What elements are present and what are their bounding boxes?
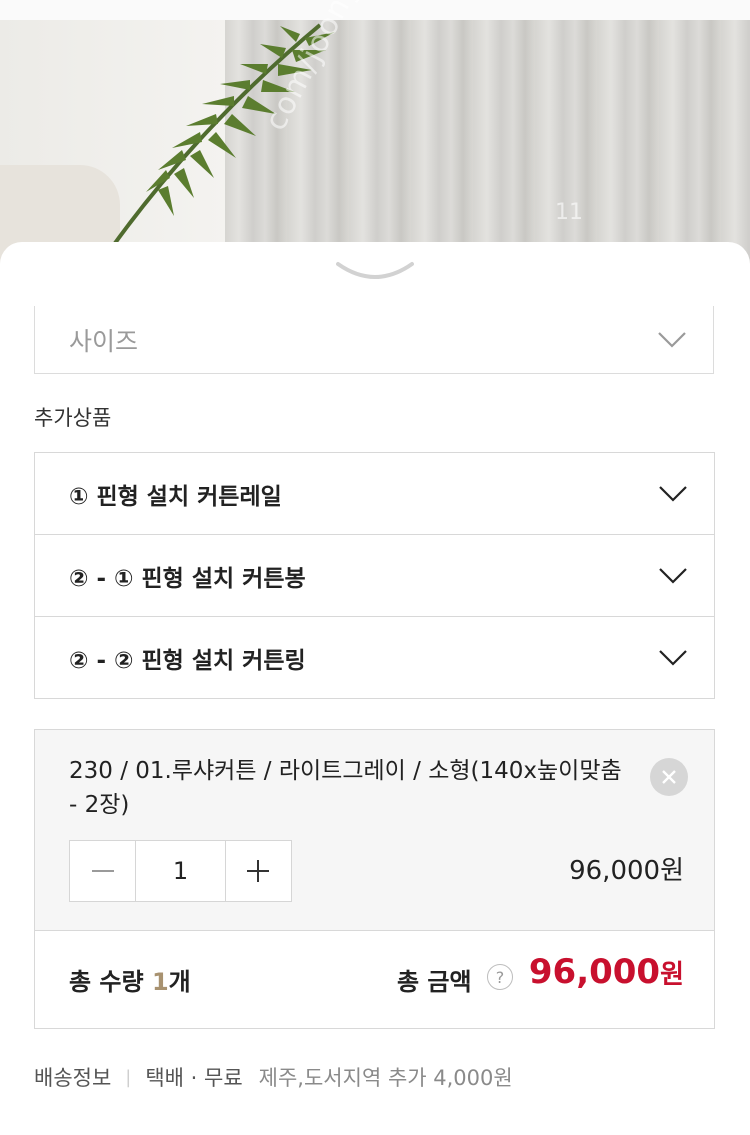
minus-icon	[91, 870, 114, 872]
close-icon	[662, 770, 676, 784]
remove-option-button[interactable]	[650, 758, 688, 796]
shipping-extra-fee: 제주,도서지역 추가 4,000원	[258, 1066, 513, 1090]
addon-list: ① 핀형 설치 커튼레일 ② - ① 핀형 설치 커튼봉 ② - ② 핀형 설치…	[34, 452, 715, 699]
increase-quantity-button[interactable]	[226, 841, 291, 901]
photo-top-strip	[0, 0, 750, 20]
total-quantity: 총 수량 1개	[69, 962, 191, 997]
addon-select-curtain-rod[interactable]: ② - ① 핀형 설치 커튼봉	[35, 535, 714, 617]
addon-select-curtain-rail[interactable]: ① 핀형 설치 커튼레일	[35, 453, 714, 535]
quantity-stepper[interactable]: 1	[69, 840, 292, 902]
total-quantity-unit: 개	[168, 968, 191, 996]
option-bottom-sheet: 사이즈 추가상품 ① 핀형 설치 커튼레일 ② - ① 핀형 설치 커튼봉 ② …	[0, 242, 750, 1135]
chevron-down-icon	[659, 485, 687, 502]
shipping-divider: |	[125, 1066, 132, 1088]
addon-label: ② - ② 핀형 설치 커튼링	[69, 648, 306, 674]
decrease-quantity-button[interactable]	[70, 841, 135, 901]
plus-icon	[247, 860, 270, 882]
selected-option-box: 230 / 01.루샤커튼 / 라이트그레이 / 소형(140x높이맞춤 - 2…	[35, 730, 714, 931]
total-amount-label: 총 금액	[397, 968, 472, 996]
selected-option-text: 230 / 01.루샤커튼 / 라이트그레이 / 소형(140x높이맞춤 - 2…	[69, 758, 622, 818]
quantity-value[interactable]: 1	[135, 841, 226, 901]
order-summary: 230 / 01.루샤커튼 / 라이트그레이 / 소형(140x높이맞춤 - 2…	[34, 729, 715, 1029]
option-price: 96,000원	[569, 856, 684, 886]
size-select[interactable]: 사이즈	[34, 306, 714, 374]
chevron-down-icon	[658, 331, 686, 348]
chevron-down-icon	[659, 567, 687, 584]
addon-label: ② - ① 핀형 설치 커튼봉	[69, 565, 306, 592]
chevron-down-icon	[659, 650, 687, 666]
shipping-method: 택배 · 무료	[145, 1066, 243, 1090]
total-quantity-label: 총 수량	[69, 968, 144, 996]
shipping-info: 배송정보 | 택배 · 무료 제주,도서지역 추가 4,000원	[34, 1062, 513, 1092]
totals-row: 총 수량 1개 총 금액 ? 96,000원	[35, 930, 714, 1028]
sheet-collapse-chevron-icon[interactable]	[336, 260, 414, 282]
addon-select-curtain-ring[interactable]: ② - ② 핀형 설치 커튼링	[35, 617, 714, 699]
size-select-label: 사이즈	[69, 326, 139, 356]
shipping-label: 배송정보	[34, 1066, 112, 1090]
total-amount: 96,000원	[529, 952, 684, 992]
product-photo: com/joonggonara 11	[0, 0, 750, 270]
addon-section-title: 추가상품	[34, 406, 112, 430]
total-amount-unit: 원	[660, 960, 684, 990]
help-icon[interactable]: ?	[487, 964, 513, 990]
total-amount-value: 96,000	[528, 952, 661, 992]
photo-watermark-number: 11	[555, 200, 583, 225]
total-quantity-value: 1	[151, 968, 169, 996]
addon-label: ① 핀형 설치 커튼레일	[69, 483, 282, 510]
